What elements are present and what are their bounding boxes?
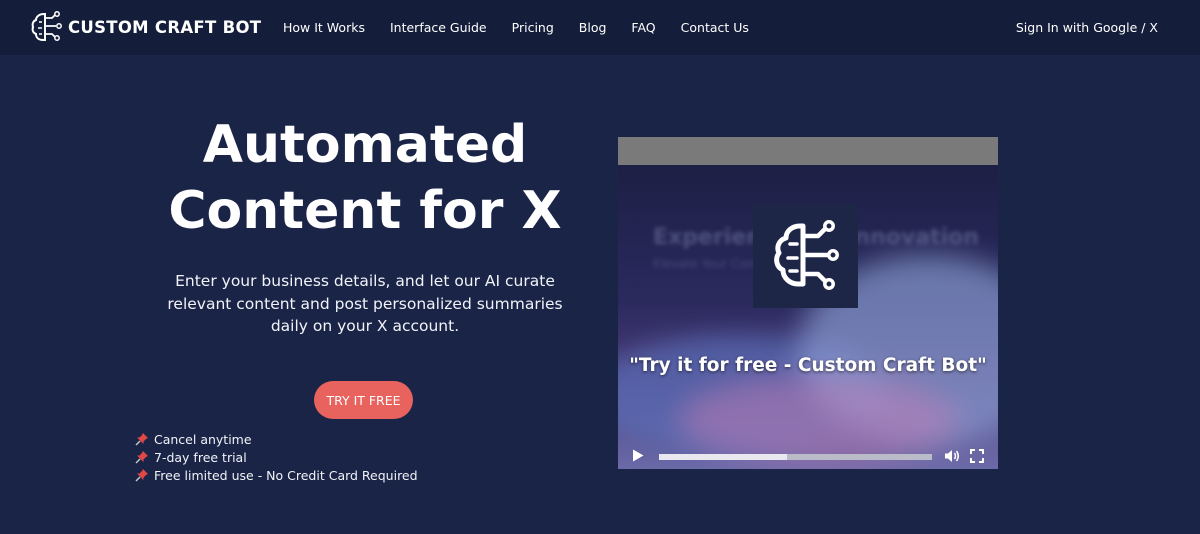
perk-text: Cancel anytime (154, 431, 252, 447)
video-progress-bar[interactable] (659, 454, 932, 460)
perk-item: 7-day free trial (135, 448, 418, 466)
top-navbar: CUSTOM CRAFT BOT How It Works Interface … (0, 0, 1200, 55)
video-controls (618, 441, 998, 469)
brand-name: CUSTOM CRAFT BOT (68, 17, 262, 37)
nav-link-contact-us[interactable]: Contact Us (681, 20, 749, 35)
hero-title: Automated Content for X (160, 112, 570, 244)
fullscreen-icon[interactable] (970, 449, 984, 463)
perk-item: Cancel anytime (135, 430, 418, 448)
nav-link-blog[interactable]: Blog (579, 20, 607, 35)
volume-icon[interactable] (944, 449, 960, 463)
perk-item: Free limited use - No Credit Card Requir… (135, 466, 418, 484)
try-it-free-button[interactable]: TRY IT FREE (314, 381, 413, 419)
pushpin-icon (135, 451, 148, 464)
hero-description: Enter your business details, and let our… (167, 272, 563, 335)
perks-list: Cancel anytime 7-day free trial Free lim… (135, 430, 418, 484)
video-progress-fill (659, 454, 788, 460)
perk-text: Free limited use - No Credit Card Requir… (154, 467, 418, 483)
nav-link-interface-guide[interactable]: Interface Guide (390, 20, 487, 35)
nav-links: How It Works Interface Guide Pricing Blo… (283, 0, 774, 55)
brain-circuit-icon (31, 11, 62, 41)
nav-link-pricing[interactable]: Pricing (512, 20, 554, 35)
brand-logo[interactable]: CUSTOM CRAFT BOT (30, 10, 261, 44)
nav-link-faq[interactable]: FAQ (631, 20, 655, 35)
brain-circuit-icon (773, 220, 839, 290)
signin-link[interactable]: Sign In with Google / X (1016, 0, 1158, 55)
pushpin-icon (135, 469, 148, 482)
hero-title-line1: Automated (202, 115, 528, 175)
perk-text: 7-day free trial (154, 449, 247, 465)
hero-title-line2: Content for X (168, 181, 562, 241)
video-caption: "Try it for free - Custom Craft Bot" (629, 355, 987, 376)
play-icon[interactable] (632, 449, 644, 462)
pushpin-icon (135, 433, 148, 446)
nav-link-how-it-works[interactable]: How It Works (283, 20, 365, 35)
promo-video-player[interactable]: Experience the Innovation Elevate Your C… (618, 137, 998, 469)
video-logo (753, 204, 858, 308)
